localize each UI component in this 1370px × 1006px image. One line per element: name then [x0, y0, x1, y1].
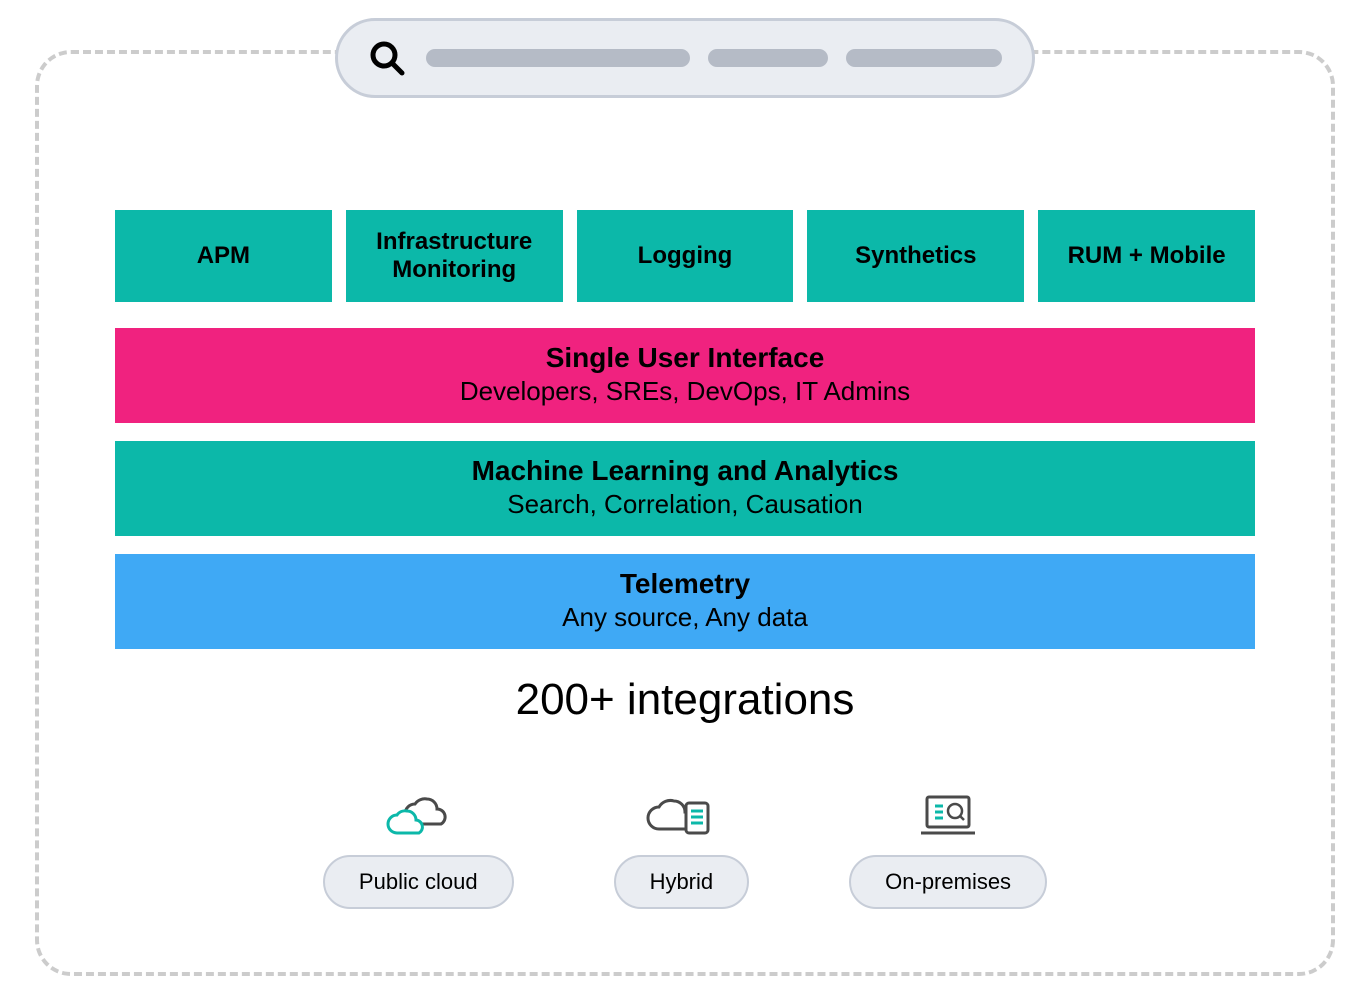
laptop-icon — [913, 785, 983, 841]
bar-telemetry: Telemetry Any source, Any data — [115, 554, 1255, 649]
tile-label: RUM + Mobile — [1068, 242, 1226, 270]
tile-label: Infrastructure Monitoring — [354, 228, 555, 283]
deployment-public-cloud: Public cloud — [323, 785, 514, 909]
search-bar — [335, 18, 1035, 98]
tile-logging: Logging — [577, 210, 794, 302]
bar-single-user-interface: Single User Interface Developers, SREs, … — [115, 328, 1255, 423]
deployment-on-premises: On-premises — [849, 785, 1047, 909]
bar-subtitle: Search, Correlation, Causation — [115, 489, 1255, 520]
tile-label: Logging — [638, 242, 733, 270]
bar-title: Telemetry — [115, 568, 1255, 600]
placeholder-pill — [708, 49, 828, 67]
deployment-label: Public cloud — [359, 869, 478, 894]
deployment-pill: Hybrid — [614, 855, 750, 909]
diagram-content: APM Infrastructure Monitoring Logging Sy… — [115, 210, 1255, 909]
placeholder-pill — [426, 49, 690, 67]
search-placeholder-pills — [426, 49, 1002, 67]
deployment-pill: Public cloud — [323, 855, 514, 909]
tile-label: APM — [197, 242, 250, 270]
search-icon — [368, 39, 406, 77]
bar-subtitle: Any source, Any data — [115, 602, 1255, 633]
bar-machine-learning-analytics: Machine Learning and Analytics Search, C… — [115, 441, 1255, 536]
bar-title: Machine Learning and Analytics — [115, 455, 1255, 487]
deployment-options-row: Public cloud Hybrid — [115, 785, 1255, 909]
deployment-pill: On-premises — [849, 855, 1047, 909]
bar-subtitle: Developers, SREs, DevOps, IT Admins — [115, 376, 1255, 407]
placeholder-pill — [846, 49, 1002, 67]
tile-synthetics: Synthetics — [807, 210, 1024, 302]
integrations-label: 200+ integrations — [115, 675, 1255, 725]
cloud-icon — [383, 785, 453, 841]
tile-infrastructure-monitoring: Infrastructure Monitoring — [346, 210, 563, 302]
deployment-label: Hybrid — [650, 869, 714, 894]
hybrid-cloud-icon — [646, 785, 716, 841]
deployment-hybrid: Hybrid — [614, 785, 750, 909]
tile-apm: APM — [115, 210, 332, 302]
capability-tiles-row: APM Infrastructure Monitoring Logging Sy… — [115, 210, 1255, 302]
bar-title: Single User Interface — [115, 342, 1255, 374]
deployment-label: On-premises — [885, 869, 1011, 894]
tile-label: Synthetics — [855, 242, 976, 270]
tile-rum-mobile: RUM + Mobile — [1038, 210, 1255, 302]
